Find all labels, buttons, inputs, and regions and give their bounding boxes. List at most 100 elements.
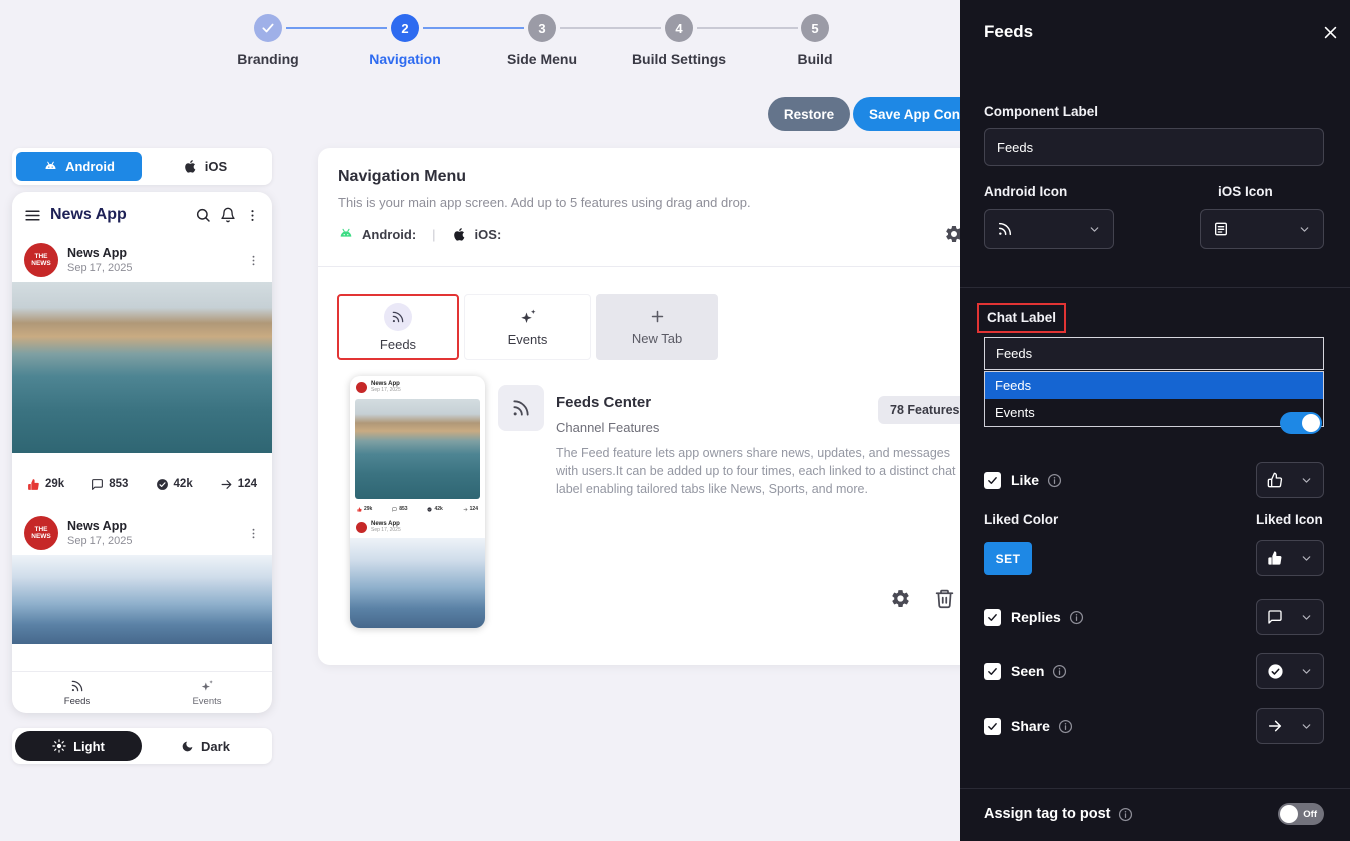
replies-icon-select[interactable] [1256, 599, 1324, 635]
thumb-avatar [356, 522, 367, 533]
tab-events[interactable]: Events [464, 294, 591, 360]
preview-app-header: News App [12, 192, 272, 238]
stepper: Branding 2 Navigation 3 Side Menu 4 Buil… [200, 14, 880, 78]
app-builder-page: Branding 2 Navigation 3 Side Menu 4 Buil… [0, 0, 1350, 841]
step-marker: 4 [665, 14, 693, 42]
feeds-center-icon-box [498, 385, 544, 431]
info-icon[interactable] [1047, 473, 1062, 488]
thumb-avatar [356, 382, 367, 393]
chevron-down-icon [1300, 474, 1313, 487]
share-arrow-icon [220, 478, 233, 491]
tab-feeds-label: Feeds [380, 337, 416, 352]
step-marker: 2 [391, 14, 419, 42]
like-label: Like [1011, 472, 1039, 488]
dropdown-option-events[interactable]: Events [985, 399, 1323, 426]
info-icon[interactable] [1069, 610, 1084, 625]
toggle-state-label: Off [1303, 809, 1317, 820]
bell-icon[interactable] [220, 207, 236, 223]
android-toggle-button[interactable]: Android [16, 152, 142, 181]
close-icon[interactable] [1322, 24, 1339, 41]
thumb-meta: News App Sep 17, 2025 [371, 521, 401, 533]
thumb-image-mountains [350, 538, 485, 628]
arrow-right-icon [1267, 718, 1283, 734]
post-stats-row: 29k 853 42k 124 [12, 465, 272, 503]
on-toggle[interactable] [1280, 412, 1322, 434]
kebab-icon[interactable] [247, 527, 260, 540]
tab-new-tab[interactable]: New Tab [596, 294, 718, 360]
preview-bottom-nav: Feeds Events [12, 671, 272, 713]
page-title: Navigation Menu [338, 168, 466, 186]
light-theme-button[interactable]: Light [15, 731, 142, 761]
avatar-text: THE NEWS [29, 253, 53, 268]
chevron-down-icon [1300, 720, 1313, 733]
check-circle-icon [1267, 663, 1284, 680]
moon-icon [181, 740, 194, 753]
android-icon-select[interactable] [984, 209, 1114, 249]
info-icon[interactable] [1058, 719, 1073, 734]
thumb-up-filled-icon [1267, 550, 1283, 566]
restore-button[interactable]: Restore [768, 97, 850, 131]
info-icon[interactable] [1118, 807, 1133, 822]
info-icon[interactable] [1052, 664, 1067, 679]
feeds-settings-panel: Feeds Component Label Android Icon iOS I… [960, 0, 1350, 841]
chat-label: Chat Label [987, 310, 1056, 325]
seen-checkbox[interactable] [984, 663, 1001, 680]
seen-setting-row: Seen [984, 653, 1324, 689]
phone-preview: News App THE NEWS News App Sep 17, 2025 … [12, 192, 272, 713]
seen-stat: 42k [156, 478, 193, 491]
menu-icon[interactable] [24, 207, 41, 224]
step-marker: 5 [801, 14, 829, 42]
share-icon-select[interactable] [1256, 708, 1324, 744]
ios-icon-label: iOS Icon [1218, 184, 1273, 199]
step-build-settings[interactable]: 4 Build Settings [609, 14, 749, 67]
divider [960, 788, 1350, 789]
set-color-button[interactable]: SET [984, 542, 1032, 575]
likes-stat: 29k [27, 478, 64, 491]
preview-nav-events[interactable]: Events [142, 672, 272, 713]
replies-checkbox[interactable] [984, 609, 1001, 626]
preview-nav-feeds[interactable]: Feeds [12, 672, 142, 713]
thumb-up-icon [27, 478, 40, 491]
step-marker: 3 [528, 14, 556, 42]
chevron-down-icon [1300, 665, 1313, 678]
ios-toggle-button[interactable]: iOS [142, 152, 268, 181]
step-label: Navigation [335, 51, 475, 67]
chevron-down-icon [1298, 223, 1311, 236]
seen-icon-select[interactable] [1256, 653, 1324, 689]
step-label: Build [745, 51, 885, 67]
liked-icon-select[interactable] [1256, 540, 1324, 576]
kebab-icon[interactable] [245, 208, 260, 223]
like-icon-select[interactable] [1256, 462, 1324, 498]
android-icon [43, 159, 58, 174]
assign-tag-label: Assign tag to post [984, 806, 1110, 822]
step-navigation[interactable]: 2 Navigation [335, 14, 475, 67]
ios-icon-select[interactable] [1200, 209, 1324, 249]
replies-label: Replies [1011, 609, 1061, 625]
page-subtitle: This is your main app screen. Add up to … [338, 195, 751, 210]
post-date: Sep 17, 2025 [67, 535, 132, 547]
avatar-text: THE NEWS [29, 526, 53, 541]
component-label-input[interactable] [984, 128, 1324, 166]
thumb-likes: 29k [357, 506, 372, 512]
liked-icon-label: Liked Icon [1256, 512, 1323, 527]
shares-stat: 124 [220, 478, 257, 491]
tab-feeds[interactable]: Feeds [337, 294, 459, 360]
search-icon[interactable] [195, 207, 211, 223]
dark-theme-button[interactable]: Dark [142, 731, 269, 761]
step-side-menu[interactable]: 3 Side Menu [472, 14, 612, 67]
platform-toggle: Android iOS [12, 148, 272, 185]
like-checkbox[interactable] [984, 472, 1001, 489]
feature-settings-gear-icon[interactable] [890, 588, 911, 609]
kebab-icon[interactable] [247, 254, 260, 267]
share-checkbox[interactable] [984, 718, 1001, 735]
step-build[interactable]: 5 Build [745, 14, 885, 67]
step-branding[interactable]: Branding [198, 14, 338, 67]
separator: | [432, 227, 435, 242]
sun-icon [52, 739, 66, 753]
dropdown-option-feeds[interactable]: Feeds [985, 372, 1323, 399]
assign-tag-toggle[interactable]: Off [1278, 803, 1324, 825]
plus-icon [649, 308, 666, 325]
feature-delete-trash-icon[interactable] [934, 588, 955, 609]
chat-label-select[interactable]: Feeds [984, 337, 1324, 370]
theme-toggle: Light Dark [12, 728, 272, 764]
